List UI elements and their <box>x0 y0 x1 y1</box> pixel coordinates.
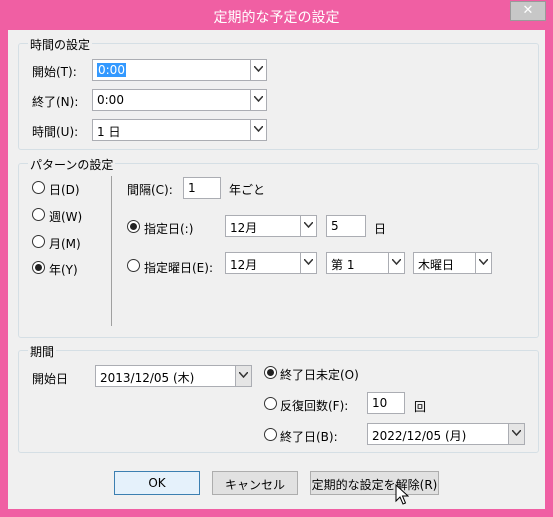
chevron-down-icon[interactable] <box>250 60 266 80</box>
end-date-value: 2022/12/05 (月) <box>372 429 467 443</box>
chevron-down-icon[interactable] <box>475 253 491 273</box>
radio-yearly[interactable] <box>32 261 45 274</box>
chevron-down-icon[interactable] <box>300 216 316 236</box>
radio-daily-label[interactable]: 日(D) <box>49 181 80 198</box>
end-date-label[interactable]: 終了日(B): <box>280 428 338 445</box>
interval-suffix: 年ごと <box>229 183 266 197</box>
specific-day-month-value: 12月 <box>230 221 258 235</box>
dialog-body: 時間の設定 開始(T): 0:00 終了(N): 0:00 時間(U): 1 日… <box>8 30 545 509</box>
range-group-label: 期間 <box>28 343 57 360</box>
time-group-label: 時間の設定 <box>28 36 93 53</box>
interval-input[interactable]: 1 <box>183 177 221 199</box>
close-button[interactable]: ✕ <box>510 1 546 21</box>
end-date-combo[interactable]: 2022/12/05 (月) <box>367 423 525 445</box>
title-bar: 定期的な予定の設定 ✕ <box>0 0 553 30</box>
dialog-title: 定期的な予定の設定 <box>213 10 340 26</box>
radio-weekly[interactable] <box>32 208 45 221</box>
pattern-group-label: パターンの設定 <box>28 156 116 173</box>
specific-day-month-combo[interactable]: 12月 <box>225 215 317 237</box>
pattern-group <box>18 163 539 338</box>
radio-daily[interactable] <box>32 181 45 194</box>
specific-day-input[interactable]: 5 <box>326 215 366 237</box>
radio-end-by-date[interactable] <box>264 428 277 441</box>
count-label[interactable]: 反復回数(F): <box>280 397 348 414</box>
start-time-label: 開始(T): <box>32 65 77 79</box>
specific-day-suffix: 日 <box>374 222 387 236</box>
duration-label: 時間(U): <box>32 125 79 139</box>
remove-recurrence-label: 定期的な設定を解除(R) <box>311 478 438 492</box>
dialog-window: 定期的な予定の設定 ✕ 時間の設定 開始(T): 0:00 終了(N): 0:0… <box>0 0 553 517</box>
end-time-label: 終了(N): <box>32 95 79 109</box>
count-input[interactable]: 10 <box>367 392 405 414</box>
cancel-button-label: キャンセル <box>224 478 285 492</box>
chevron-down-icon[interactable] <box>235 366 251 386</box>
duration-combo[interactable]: 1 日 <box>92 119 267 141</box>
pattern-divider <box>111 176 112 326</box>
radio-selected-dot <box>130 223 137 230</box>
start-time-combo[interactable]: 0:00 <box>92 59 267 81</box>
chevron-down-icon[interactable] <box>250 90 266 110</box>
radio-weekly-label[interactable]: 週(W) <box>49 208 82 225</box>
range-start-combo[interactable]: 2013/12/05 (木) <box>95 365 252 387</box>
chevron-down-icon[interactable] <box>250 120 266 140</box>
range-start-label: 開始日 <box>32 372 69 386</box>
mouse-cursor-icon <box>395 484 409 505</box>
radio-monthly[interactable] <box>32 235 45 248</box>
close-icon: ✕ <box>522 3 534 18</box>
ok-button-label: OK <box>148 476 166 490</box>
weekday-day-value: 木曜日 <box>418 258 455 272</box>
count-value: 10 <box>372 396 388 410</box>
specific-day-label[interactable]: 指定日(:) <box>144 220 193 237</box>
cancel-button[interactable]: キャンセル <box>212 471 298 495</box>
specific-day-value: 5 <box>331 219 339 233</box>
remove-recurrence-button[interactable]: 定期的な設定を解除(R) <box>310 471 439 495</box>
radio-yearly-label[interactable]: 年(Y) <box>49 261 78 278</box>
weekday-month-value: 12月 <box>230 258 258 272</box>
interval-value: 1 <box>188 181 196 195</box>
chevron-down-icon[interactable] <box>388 253 404 273</box>
chevron-down-icon[interactable] <box>300 253 316 273</box>
radio-specific-day[interactable] <box>127 220 140 233</box>
weekday-week-combo[interactable]: 第 1 <box>326 252 405 274</box>
specific-weekday-label[interactable]: 指定曜日(E): <box>144 259 213 276</box>
radio-specific-weekday[interactable] <box>127 259 140 272</box>
weekday-month-combo[interactable]: 12月 <box>225 252 317 274</box>
radio-monthly-label[interactable]: 月(M) <box>49 235 81 252</box>
interval-label: 間隔(C): <box>127 183 173 197</box>
count-suffix: 回 <box>414 400 427 414</box>
start-time-value: 0:00 <box>97 63 126 77</box>
radio-end-after-count[interactable] <box>264 397 277 410</box>
radio-selected-dot <box>35 264 42 271</box>
end-time-value: 0:00 <box>97 93 124 107</box>
radio-selected-dot <box>267 369 274 376</box>
weekday-day-combo[interactable]: 木曜日 <box>413 252 492 274</box>
no-end-label[interactable]: 終了日未定(O) <box>280 366 359 383</box>
weekday-week-value: 第 1 <box>331 258 355 272</box>
chevron-down-icon[interactable] <box>508 424 524 444</box>
range-start-value: 2013/12/05 (木) <box>100 371 195 385</box>
radio-no-end[interactable] <box>264 366 277 379</box>
end-time-combo[interactable]: 0:00 <box>92 89 267 111</box>
duration-value: 1 日 <box>97 125 121 139</box>
ok-button[interactable]: OK <box>114 471 200 495</box>
